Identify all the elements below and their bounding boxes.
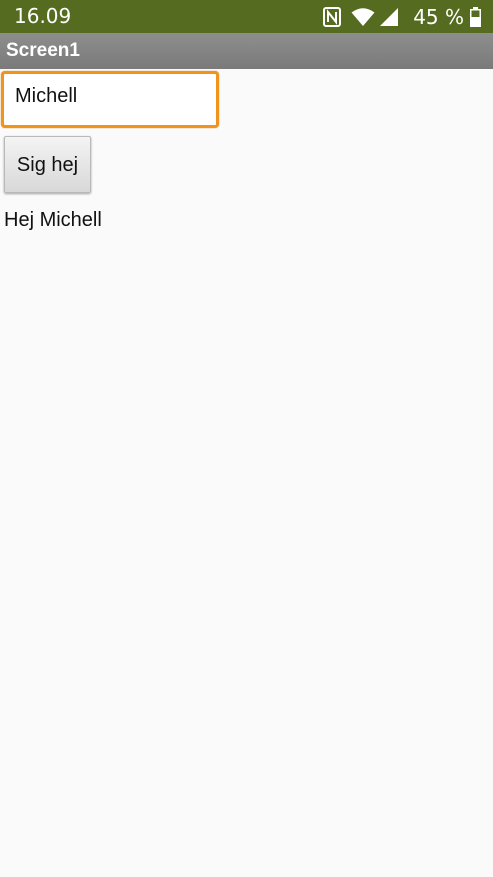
nfc-icon — [323, 6, 342, 27]
say-hello-button[interactable]: Sig hej — [4, 136, 91, 193]
status-icons: 45 % — [323, 4, 481, 29]
battery-percent: 45 % — [413, 4, 464, 29]
battery-icon — [470, 6, 481, 27]
signal-icon — [379, 7, 399, 27]
app-title-bar: Screen1 — [0, 33, 493, 69]
status-time: 16.09 — [14, 4, 72, 28]
greeting-label: Hej Michell — [4, 209, 102, 231]
screen-title: Screen1 — [6, 40, 80, 61]
status-bar: 16.09 45 % — [0, 0, 493, 33]
name-input[interactable]: Michell — [1, 71, 219, 128]
wifi-icon — [351, 7, 375, 27]
